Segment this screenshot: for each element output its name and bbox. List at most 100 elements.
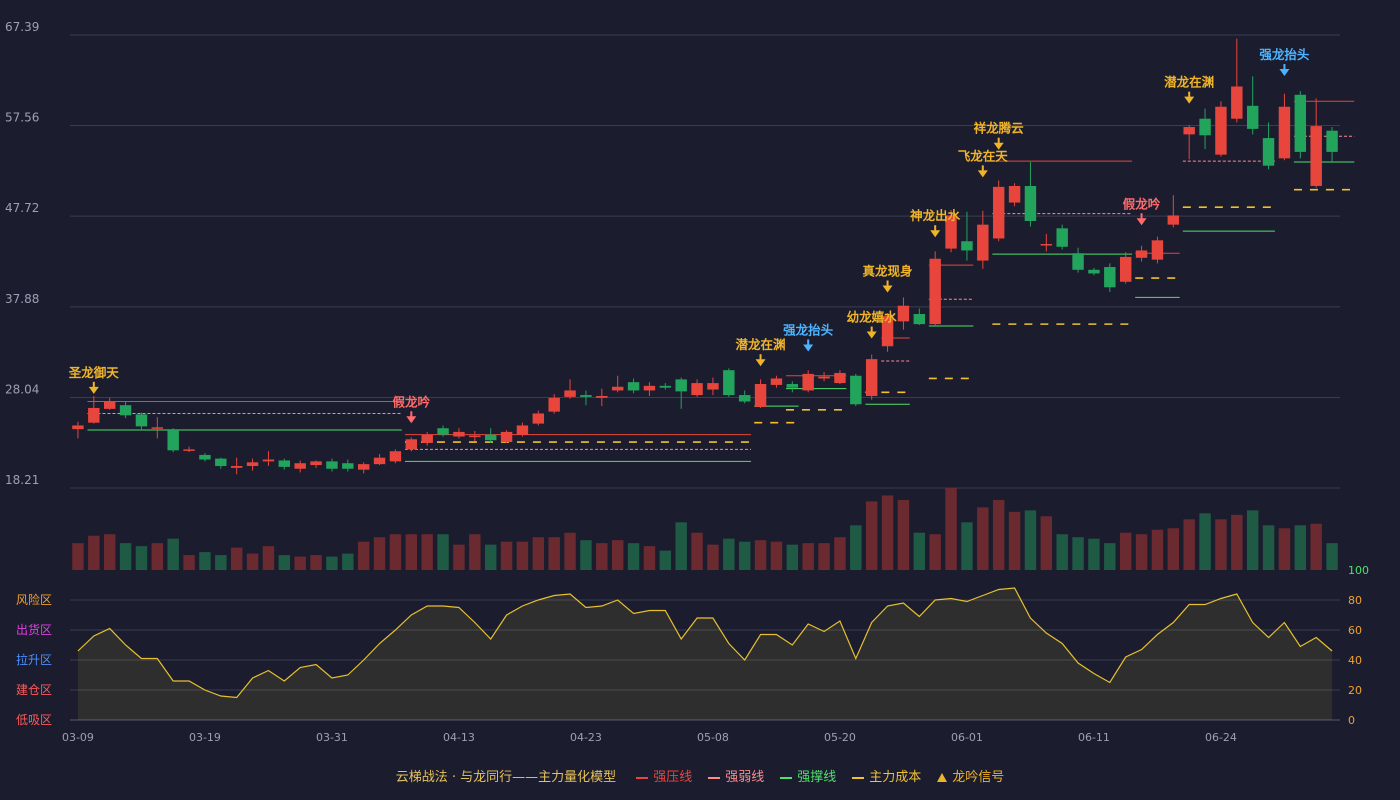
- candle-body: [754, 384, 767, 408]
- legend-item: 龙吟信号: [937, 766, 1004, 785]
- candle-body: [373, 457, 386, 465]
- signal-arrow-icon: [1136, 218, 1147, 226]
- volume-bar: [1231, 514, 1243, 570]
- candle-body: [278, 460, 291, 467]
- volume-bar: [484, 544, 497, 570]
- date-tick-label: 04-23: [570, 731, 602, 744]
- legend-swatch: [636, 776, 649, 779]
- kline-chart: 67.3957.5647.7237.8828.0418.21圣龙御天假龙吟潜龙在…: [5, 20, 1369, 744]
- candle-body: [1104, 267, 1116, 288]
- volume-bar: [1294, 525, 1307, 570]
- candle-body: [1088, 269, 1100, 274]
- candle-body: [1294, 94, 1307, 152]
- volume-bar: [1072, 537, 1084, 570]
- signal-label: 潜龙在渊: [736, 337, 786, 352]
- candle-body: [1310, 126, 1322, 186]
- candle-body: [897, 305, 910, 322]
- volume-bar: [1326, 543, 1338, 570]
- candle-body: [1167, 215, 1180, 225]
- signal-label: 潜龙在渊: [1164, 75, 1214, 90]
- candle-body: [230, 465, 243, 468]
- candle-body: [627, 382, 640, 391]
- candle-body: [357, 464, 370, 470]
- indicator-zone-label: 出货区: [16, 622, 52, 637]
- chart-legend: 云梯战法 · 与龙同行——主力量化模型 强压线 强弱线 强撑线 主力成本 龙吟信号: [0, 766, 1400, 785]
- volume-bar: [421, 534, 433, 570]
- candle-body: [611, 386, 624, 391]
- volume-bar: [802, 543, 814, 570]
- candle-body: [1119, 256, 1132, 282]
- indicator-zone-label: 建仓区: [16, 683, 52, 697]
- legend-item: 强压线: [636, 766, 692, 785]
- candle-body: [437, 428, 449, 435]
- signal-arrow-icon: [406, 416, 417, 424]
- date-tick-label: 05-08: [697, 731, 729, 744]
- volume-bar: [992, 499, 1005, 570]
- signal-arrow-icon: [930, 230, 941, 238]
- volume-bar: [453, 544, 465, 570]
- legend-swatch: [708, 776, 721, 779]
- candle-body: [151, 427, 164, 429]
- candle-body: [453, 431, 465, 437]
- date-tick-label: 03-19: [189, 731, 221, 744]
- indicator-tick-label: 60: [1348, 624, 1362, 637]
- candle-body: [262, 459, 275, 462]
- legend-item: 强弱线: [708, 766, 764, 785]
- indicator-tick-label: 0: [1348, 714, 1355, 727]
- signal-label: 圣龙御天: [68, 365, 120, 380]
- legend-items: 强压线 强弱线 强撑线 主力成本 龙吟信号: [628, 770, 1012, 785]
- indicator-zone-label: 拉升区: [16, 652, 52, 667]
- candle-body: [405, 439, 418, 450]
- volume-bar: [183, 555, 195, 570]
- legend-item: 主力成本: [852, 766, 921, 785]
- indicator-zone-label: 低吸区: [16, 713, 52, 727]
- candle-body: [580, 395, 592, 397]
- legend-swatch: [780, 776, 793, 779]
- candle-body: [802, 373, 814, 391]
- volume-bar: [596, 543, 608, 570]
- volume-bar: [913, 532, 926, 570]
- legend-swatch: [937, 773, 948, 782]
- candle-body: [548, 397, 560, 412]
- signal-label: 假龙吟: [1123, 196, 1161, 211]
- legend-title: 云梯战法 · 与龙同行——主力量化模型: [395, 770, 617, 785]
- date-tick-label: 05-20: [824, 731, 856, 744]
- candle-body: [389, 451, 402, 462]
- volume-bar: [469, 534, 481, 570]
- candle-body: [913, 314, 926, 325]
- signal-label: 强龙抬头: [783, 322, 834, 337]
- candle-body: [929, 258, 941, 325]
- price-tick-label: 47.72: [5, 201, 39, 215]
- volume-bar: [373, 537, 386, 570]
- candle-body: [1278, 106, 1291, 159]
- volume-bar: [1199, 513, 1211, 570]
- volume-bar: [88, 535, 100, 570]
- volume-bar: [230, 547, 243, 570]
- volume-bar: [151, 543, 164, 570]
- volume-bar: [389, 534, 402, 570]
- candle-body: [119, 405, 132, 416]
- volume-bar: [1056, 534, 1068, 570]
- volume-bar: [945, 488, 957, 570]
- candle-body: [675, 379, 687, 392]
- candle-body: [707, 383, 719, 390]
- signal-arrow-icon: [1184, 96, 1195, 104]
- volume-bar: [707, 544, 719, 570]
- volume-bar: [723, 538, 735, 570]
- signal-arrow-icon: [882, 285, 893, 293]
- chart-stage: 67.39 57.56 47.72 37.88 28.04 18.21 圣龙御天 假龙吟 潜龙在…: [0, 0, 1400, 800]
- volume-bar: [1167, 528, 1180, 570]
- candle-body: [738, 395, 751, 402]
- candle-body: [484, 434, 497, 441]
- candle-body: [865, 359, 878, 396]
- volume-bar: [675, 522, 687, 570]
- indicator-zone-label: 风险区: [16, 592, 52, 607]
- volume-bar: [246, 553, 259, 570]
- indicator-tick-label: 80: [1348, 594, 1362, 607]
- volume-bar: [516, 541, 529, 570]
- volume-bar: [548, 537, 560, 570]
- volume-bar: [437, 534, 449, 570]
- candle-body: [786, 384, 799, 388]
- volume-bar: [294, 556, 306, 570]
- candle-body: [183, 449, 195, 451]
